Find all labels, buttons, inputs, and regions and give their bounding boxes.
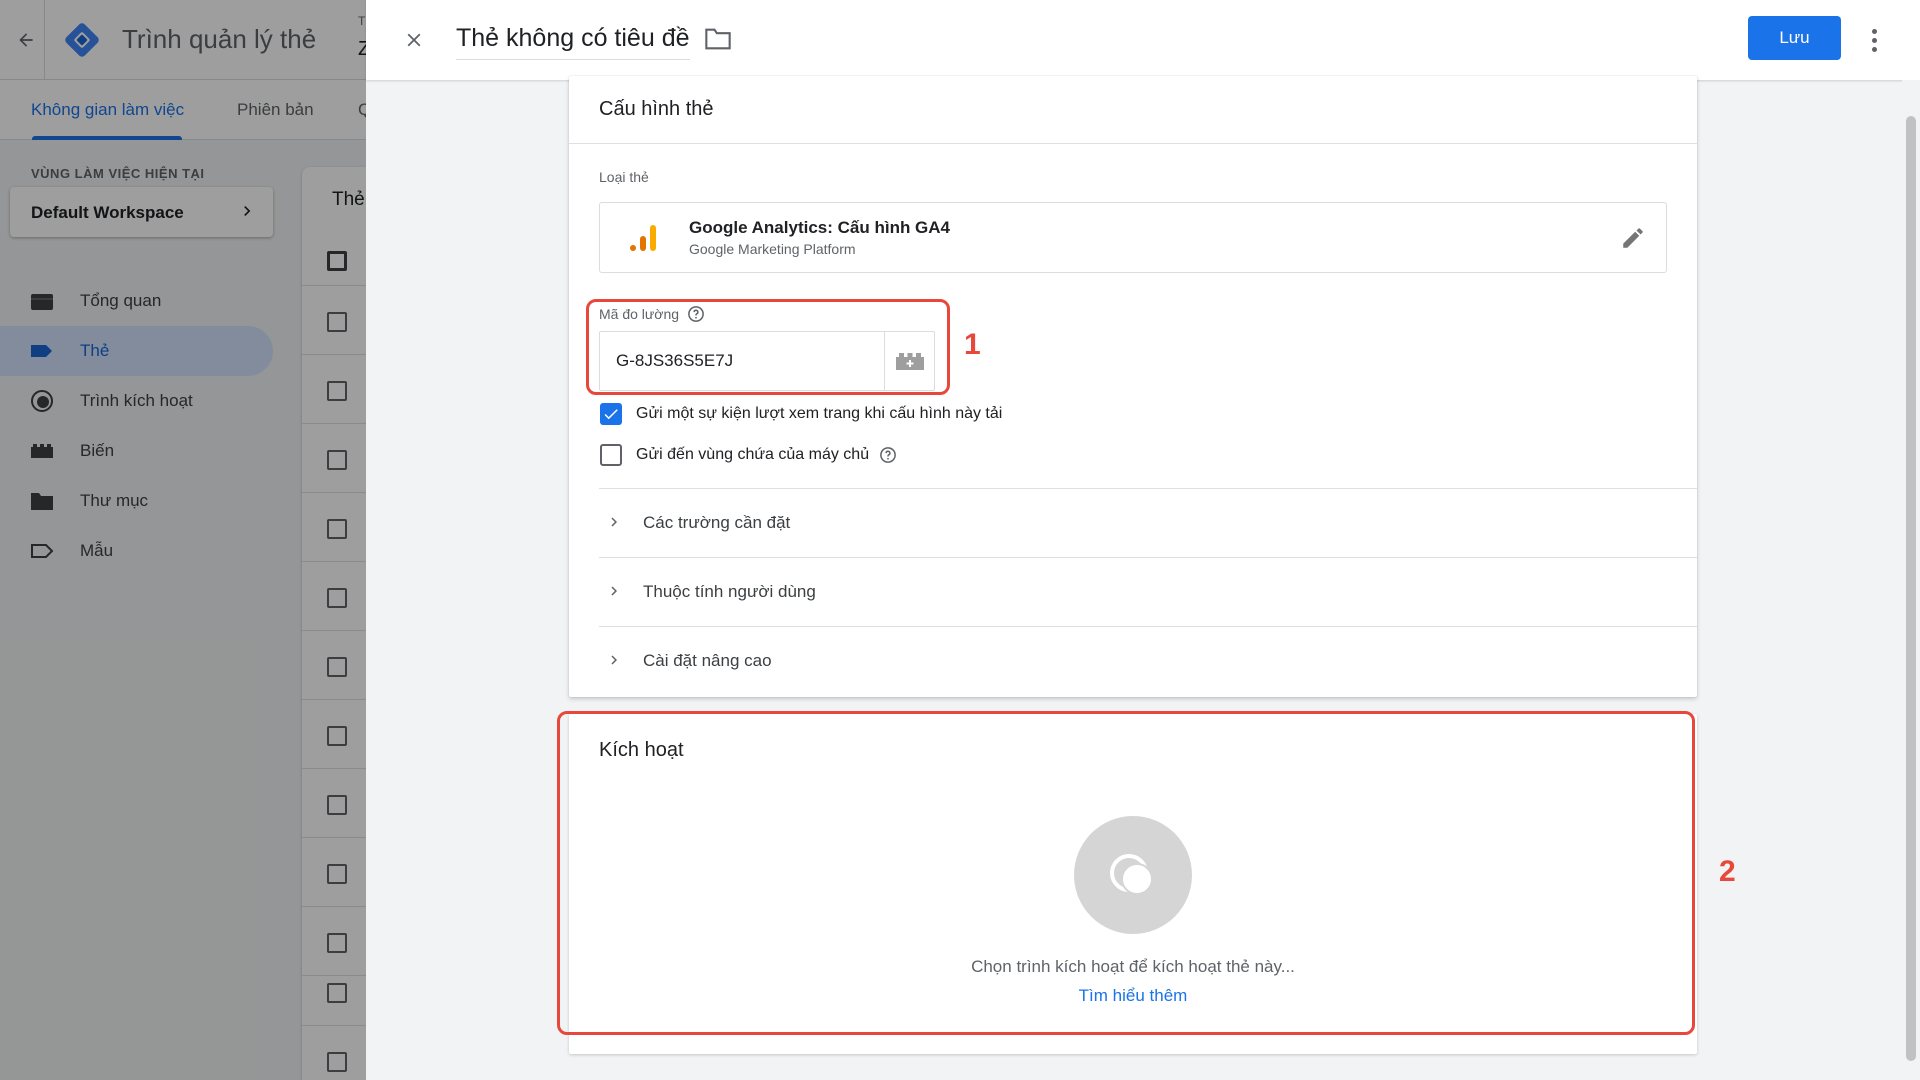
tag-type-selector[interactable]: Google Analytics: Cấu hình GA4 Google Ma… (599, 202, 1667, 273)
pencil-icon[interactable] (1620, 225, 1648, 253)
annotation-number-1: 1 (964, 328, 981, 361)
section-label: Cài đặt nâng cao (643, 651, 772, 670)
more-vert-icon[interactable] (1866, 24, 1882, 56)
close-icon[interactable] (398, 24, 430, 56)
send-page-view-label: Gửi một sự kiện lượt xem trang khi cấu h… (636, 405, 1002, 423)
tag-name-input[interactable]: Thẻ không có tiêu đề (456, 24, 690, 60)
annotation-highlight-2 (557, 711, 1695, 1035)
send-to-server-container-option[interactable]: Gửi đến vùng chứa của máy chủ (600, 444, 897, 466)
section-label: Thuộc tính người dùng (643, 582, 816, 601)
chevron-right-icon (605, 651, 623, 669)
send-to-server-container-label: Gửi đến vùng chứa của máy chủ (636, 446, 897, 464)
save-button[interactable]: Lưu (1748, 16, 1841, 60)
google-analytics-icon (630, 223, 658, 253)
tag-type-label: Loại thẻ (599, 169, 649, 185)
fields-to-set-section[interactable]: Các trường cần đặt (599, 488, 1697, 557)
folder-icon[interactable] (704, 26, 734, 54)
help-icon[interactable] (879, 446, 897, 464)
editor-header: Thẻ không có tiêu đề Lưu (366, 0, 1920, 80)
annotation-number-2: 2 (1719, 855, 1736, 888)
chevron-right-icon (605, 582, 623, 600)
section-label: Các trường cần đặt (643, 513, 791, 532)
checkbox-label-text: Gửi đến vùng chứa của máy chủ (636, 446, 870, 463)
user-properties-section[interactable]: Thuộc tính người dùng (599, 557, 1697, 626)
annotation-highlight-1 (586, 299, 950, 395)
scrollbar-thumb[interactable] (1906, 116, 1916, 1061)
checkbox-label-text: Gửi một sự kiện lượt xem trang khi cấu h… (636, 405, 1003, 422)
tag-type-vendor: Google Marketing Platform (689, 241, 856, 257)
scrollbar[interactable] (1902, 80, 1920, 1080)
send-page-view-option[interactable]: Gửi một sự kiện lượt xem trang khi cấu h… (600, 403, 1002, 425)
chevron-right-icon (605, 513, 623, 531)
tag-editor-panel: Thẻ không có tiêu đề Lưu Cấu hình thẻ Lo… (366, 0, 1920, 1080)
send-to-server-container-checkbox[interactable] (600, 444, 622, 466)
advanced-settings-section[interactable]: Cài đặt nâng cao (599, 626, 1697, 695)
send-page-view-checkbox[interactable] (600, 403, 622, 425)
tag-type-name: Google Analytics: Cấu hình GA4 (689, 218, 951, 237)
card-title: Cấu hình thẻ (599, 98, 714, 120)
card-header: Cấu hình thẻ (569, 76, 1697, 144)
